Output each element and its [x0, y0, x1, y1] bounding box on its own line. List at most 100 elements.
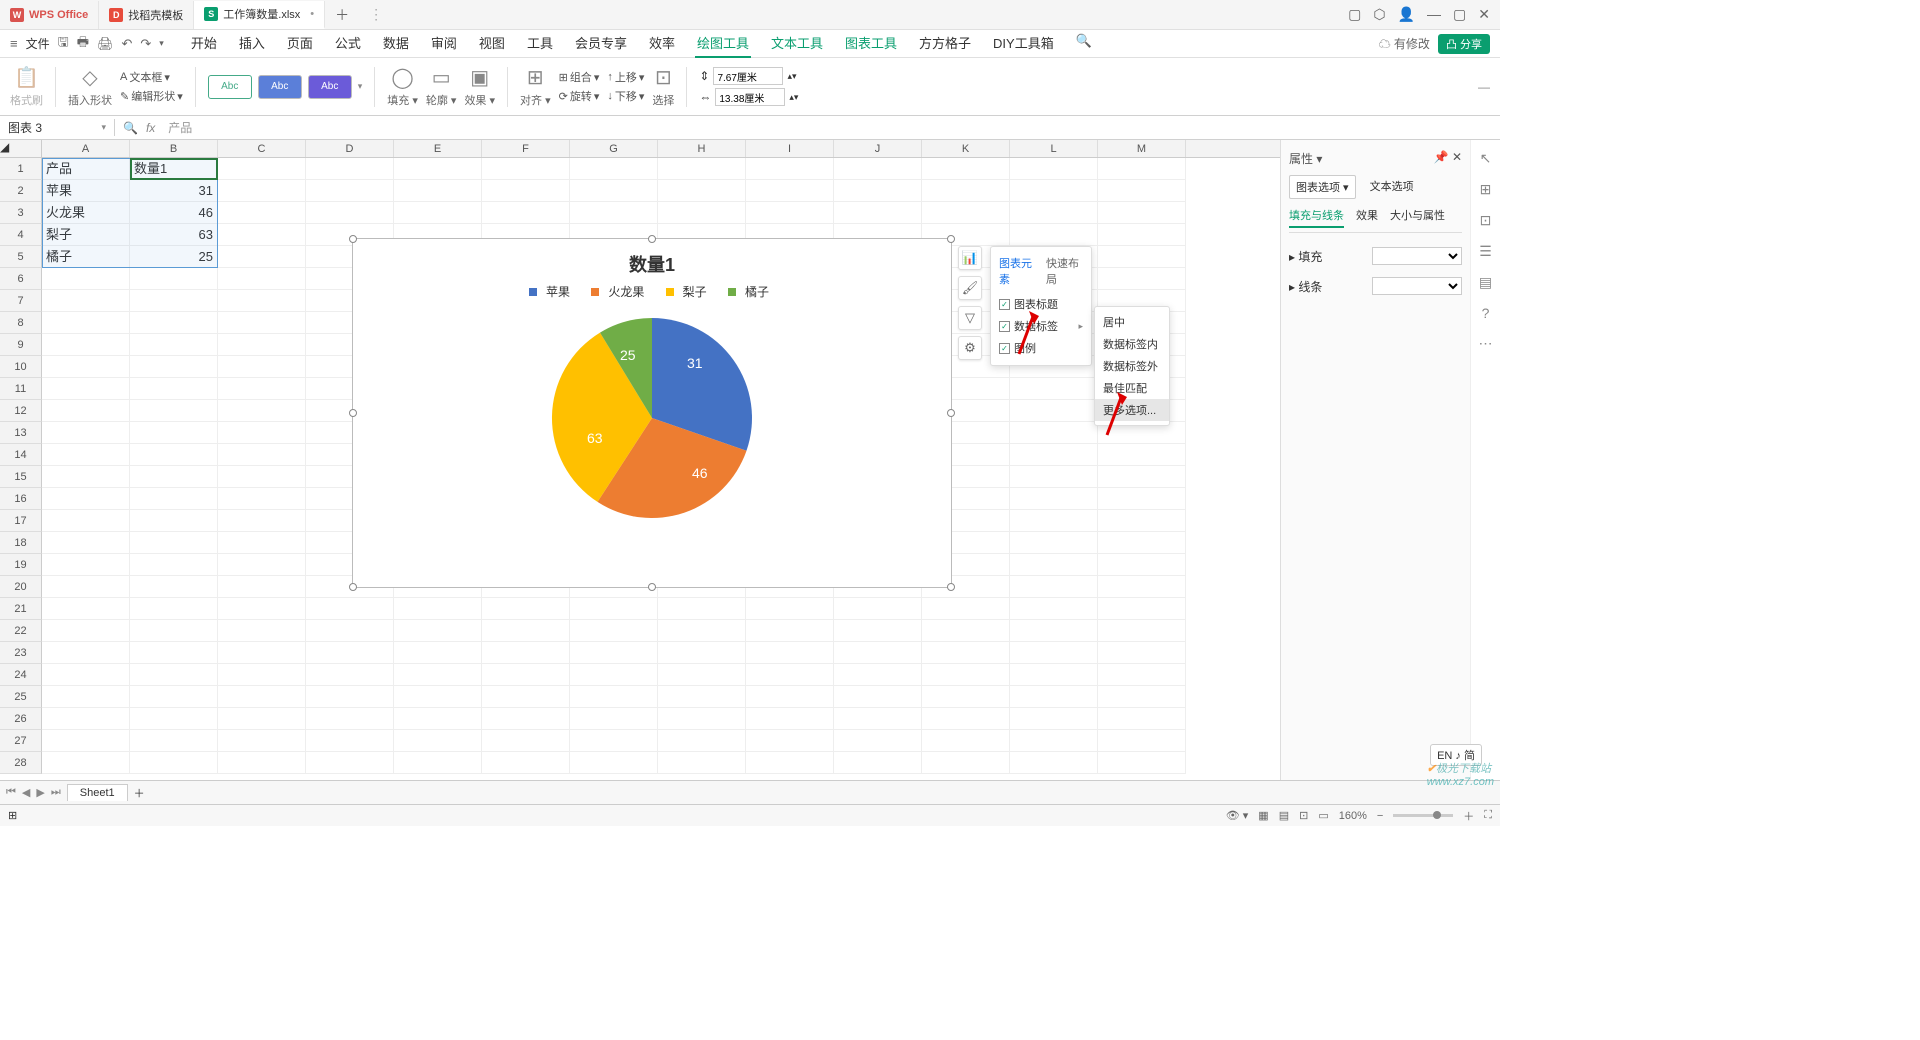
submenu-center[interactable]: 居中	[1095, 311, 1169, 333]
cell[interactable]: 火龙果	[42, 202, 130, 224]
row-header[interactable]: 17	[0, 510, 42, 532]
tab-chart[interactable]: 图表工具	[843, 29, 899, 58]
cell[interactable]	[42, 356, 130, 378]
cell[interactable]	[658, 642, 746, 664]
sidebar-settings-icon[interactable]: ⊞	[1480, 181, 1492, 198]
cell[interactable]	[1098, 202, 1186, 224]
cell[interactable]	[130, 400, 218, 422]
cell[interactable]	[42, 466, 130, 488]
row-header[interactable]: 9	[0, 334, 42, 356]
user-icon[interactable]: 👤	[1398, 6, 1415, 23]
cell[interactable]	[746, 730, 834, 752]
style-3[interactable]: Abc	[308, 75, 352, 99]
cell[interactable]	[570, 642, 658, 664]
cell[interactable]	[658, 664, 746, 686]
cell[interactable]	[1098, 488, 1186, 510]
tab-tools[interactable]: 工具	[525, 29, 555, 58]
effects-subtab[interactable]: 效果	[1356, 207, 1378, 228]
row-header[interactable]: 14	[0, 444, 42, 466]
cell[interactable]	[218, 268, 306, 290]
name-box[interactable]: 图表 3▾	[0, 119, 115, 136]
cell[interactable]	[306, 180, 394, 202]
cell[interactable]	[394, 708, 482, 730]
preview-icon[interactable]: 🖨	[97, 36, 114, 52]
cell[interactable]	[658, 708, 746, 730]
col-header[interactable]: C	[218, 140, 306, 157]
cell[interactable]	[658, 158, 746, 180]
tab-start[interactable]: 开始	[189, 29, 219, 58]
cell[interactable]	[130, 576, 218, 598]
tab-view[interactable]: 视图	[477, 29, 507, 58]
pie-chart[interactable]: 数量1 苹果 火龙果 梨子 橘子	[352, 238, 952, 588]
row-header[interactable]: 13	[0, 422, 42, 444]
cell[interactable]	[42, 686, 130, 708]
cell[interactable]	[218, 400, 306, 422]
cell[interactable]	[746, 180, 834, 202]
grid-view-icon[interactable]: ▦	[1258, 809, 1268, 822]
cell[interactable]	[1098, 554, 1186, 576]
cell[interactable]	[482, 752, 570, 774]
resize-handle[interactable]	[349, 235, 357, 243]
row-header[interactable]: 2	[0, 180, 42, 202]
row-header[interactable]: 27	[0, 730, 42, 752]
cell[interactable]	[834, 202, 922, 224]
cell[interactable]	[658, 752, 746, 774]
cell[interactable]	[834, 730, 922, 752]
redo-icon[interactable]: ↷	[140, 36, 151, 52]
col-header[interactable]: B	[130, 140, 218, 157]
resize-handle[interactable]	[648, 583, 656, 591]
popup-item-labels[interactable]: ✓数据标签▸	[991, 315, 1091, 337]
cell[interactable]	[482, 202, 570, 224]
cell[interactable]	[658, 598, 746, 620]
sidebar-fx-icon[interactable]: ⊡	[1480, 212, 1492, 229]
cell[interactable]	[218, 290, 306, 312]
row-header[interactable]: 16	[0, 488, 42, 510]
share-button[interactable]: 凸 分享	[1438, 34, 1490, 54]
cell[interactable]	[834, 752, 922, 774]
tab-member[interactable]: 会员专享	[573, 29, 629, 58]
cell[interactable]	[130, 444, 218, 466]
sidebar-stack-icon[interactable]: ☰	[1479, 243, 1492, 260]
cell[interactable]	[746, 158, 834, 180]
cell[interactable]: 63	[130, 224, 218, 246]
align-button[interactable]: ⊞对齐 ▾	[520, 65, 551, 108]
cell[interactable]	[834, 598, 922, 620]
effects-button[interactable]: ▣效果 ▾	[464, 65, 495, 108]
cell[interactable]	[570, 202, 658, 224]
cell[interactable]	[1010, 730, 1098, 752]
style-1[interactable]: Abc	[208, 75, 252, 99]
cell[interactable]: 31	[130, 180, 218, 202]
row-header[interactable]: 10	[0, 356, 42, 378]
window-restore-icon[interactable]: ▢	[1348, 6, 1361, 23]
reading-view-icon[interactable]: ▭	[1318, 809, 1328, 822]
sheet-next-icon[interactable]: ▶	[36, 786, 44, 799]
cell[interactable]	[306, 730, 394, 752]
cell[interactable]	[834, 180, 922, 202]
cell[interactable]	[218, 730, 306, 752]
cell[interactable]	[394, 620, 482, 642]
cell[interactable]	[1010, 422, 1098, 444]
cell[interactable]	[1098, 268, 1186, 290]
row-header[interactable]: 25	[0, 686, 42, 708]
resize-handle[interactable]	[947, 583, 955, 591]
col-header[interactable]: A	[42, 140, 130, 157]
fx-cancel-icon[interactable]: 🔍	[123, 121, 138, 135]
select-button[interactable]: ⊡选择	[652, 65, 674, 108]
close-panel-icon[interactable]: ✕	[1452, 150, 1462, 164]
close-icon[interactable]: ✕	[1478, 6, 1490, 23]
row-header[interactable]: 20	[0, 576, 42, 598]
style-2[interactable]: Abc	[258, 75, 302, 99]
cell[interactable]	[218, 224, 306, 246]
resize-handle[interactable]	[947, 409, 955, 417]
cell[interactable]	[1010, 686, 1098, 708]
cell[interactable]	[42, 510, 130, 532]
cell[interactable]	[218, 620, 306, 642]
cell[interactable]	[922, 708, 1010, 730]
row-header[interactable]: 23	[0, 642, 42, 664]
cell[interactable]	[130, 510, 218, 532]
chart-options-tab[interactable]: 图表选项 ▾	[1289, 175, 1356, 199]
cell[interactable]	[1098, 224, 1186, 246]
cell[interactable]	[130, 642, 218, 664]
cell[interactable]	[1010, 378, 1098, 400]
maximize-icon[interactable]: ▢	[1453, 6, 1466, 23]
